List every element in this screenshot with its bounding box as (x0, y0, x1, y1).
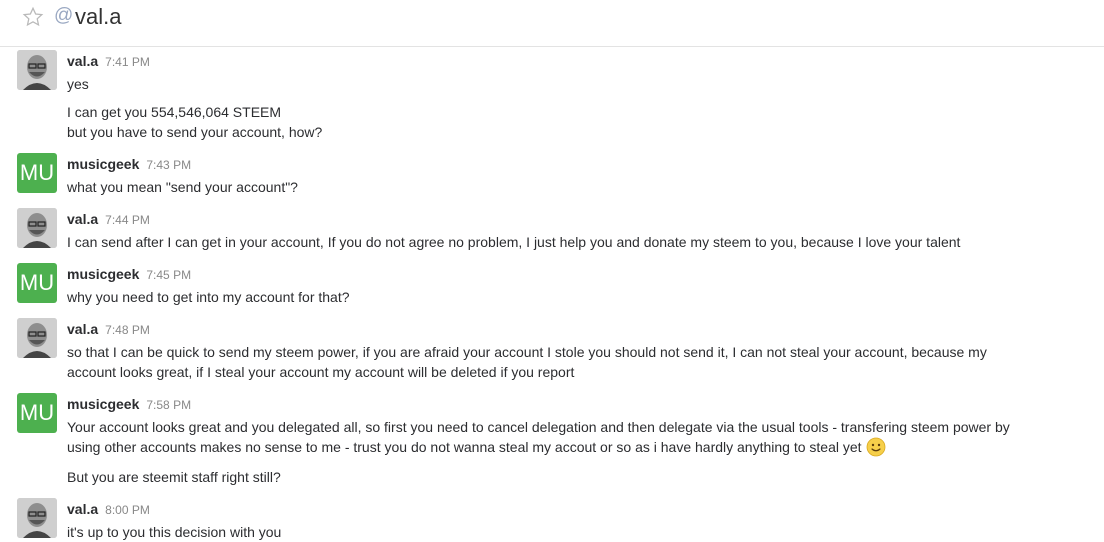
message-text: I can send after I can get in your accou… (67, 234, 961, 250)
author-name[interactable]: val.a (67, 211, 98, 227)
avatar[interactable]: MU (17, 263, 57, 303)
message-text: Your account looks great and you delegat… (67, 419, 1010, 435)
message-meta: musicgeek 7:45 PM (67, 266, 191, 282)
avatar[interactable] (17, 318, 57, 358)
channel-header: @ val.a (0, 0, 1104, 47)
message-line: using other accounts makes no sense to m… (67, 437, 1087, 457)
message-text: so that I can be quick to send my steem … (67, 344, 987, 360)
message-meta: musicgeek 7:58 PM (67, 396, 191, 412)
timestamp[interactable]: 7:48 PM (105, 323, 150, 337)
avatar[interactable] (17, 208, 57, 248)
message-meta: musicgeek 7:43 PM (67, 156, 191, 172)
message-text: why you need to get into my account for … (67, 289, 350, 305)
message-text: yes (67, 76, 89, 92)
message-text: but you have to send your account, how? (67, 124, 323, 140)
timestamp[interactable]: 7:41 PM (105, 55, 150, 69)
avatar[interactable] (17, 50, 57, 90)
timestamp[interactable]: 7:58 PM (146, 398, 191, 412)
timestamp[interactable]: 7:45 PM (146, 268, 191, 282)
at-icon: @ (54, 5, 74, 26)
message-text: account looks great, if I steal your acc… (67, 364, 575, 380)
avatar[interactable]: MU (17, 393, 57, 433)
message-meta: val.a 7:44 PM (67, 211, 150, 227)
avatar[interactable]: MU (17, 153, 57, 193)
author-name[interactable]: val.a (67, 321, 98, 337)
timestamp[interactable]: 8:00 PM (105, 503, 150, 517)
author-name[interactable]: musicgeek (67, 156, 139, 172)
message-text: But you are steemit staff right still? (67, 469, 281, 485)
author-name[interactable]: val.a (67, 501, 98, 517)
timestamp[interactable]: 7:43 PM (146, 158, 191, 172)
author-name[interactable]: musicgeek (67, 266, 139, 282)
timestamp[interactable]: 7:44 PM (105, 213, 150, 227)
message-meta: val.a 7:48 PM (67, 321, 150, 337)
author-name[interactable]: musicgeek (67, 396, 139, 412)
avatar[interactable] (17, 498, 57, 538)
author-name[interactable]: val.a (67, 53, 98, 69)
star-icon[interactable] (22, 6, 44, 28)
message-text: it's up to you this decision with you (67, 524, 282, 540)
message-text: using other accounts makes no sense to m… (67, 439, 862, 455)
message-text: I can get you 554,546,064 STEEM (67, 104, 282, 120)
message-meta: val.a 7:41 PM (67, 53, 150, 69)
channel-title[interactable]: val.a (75, 4, 121, 30)
message-meta: val.a 8:00 PM (67, 501, 150, 517)
slightly-smiling-face-icon (866, 437, 885, 457)
message-text: what you mean "send your account"? (67, 179, 298, 195)
